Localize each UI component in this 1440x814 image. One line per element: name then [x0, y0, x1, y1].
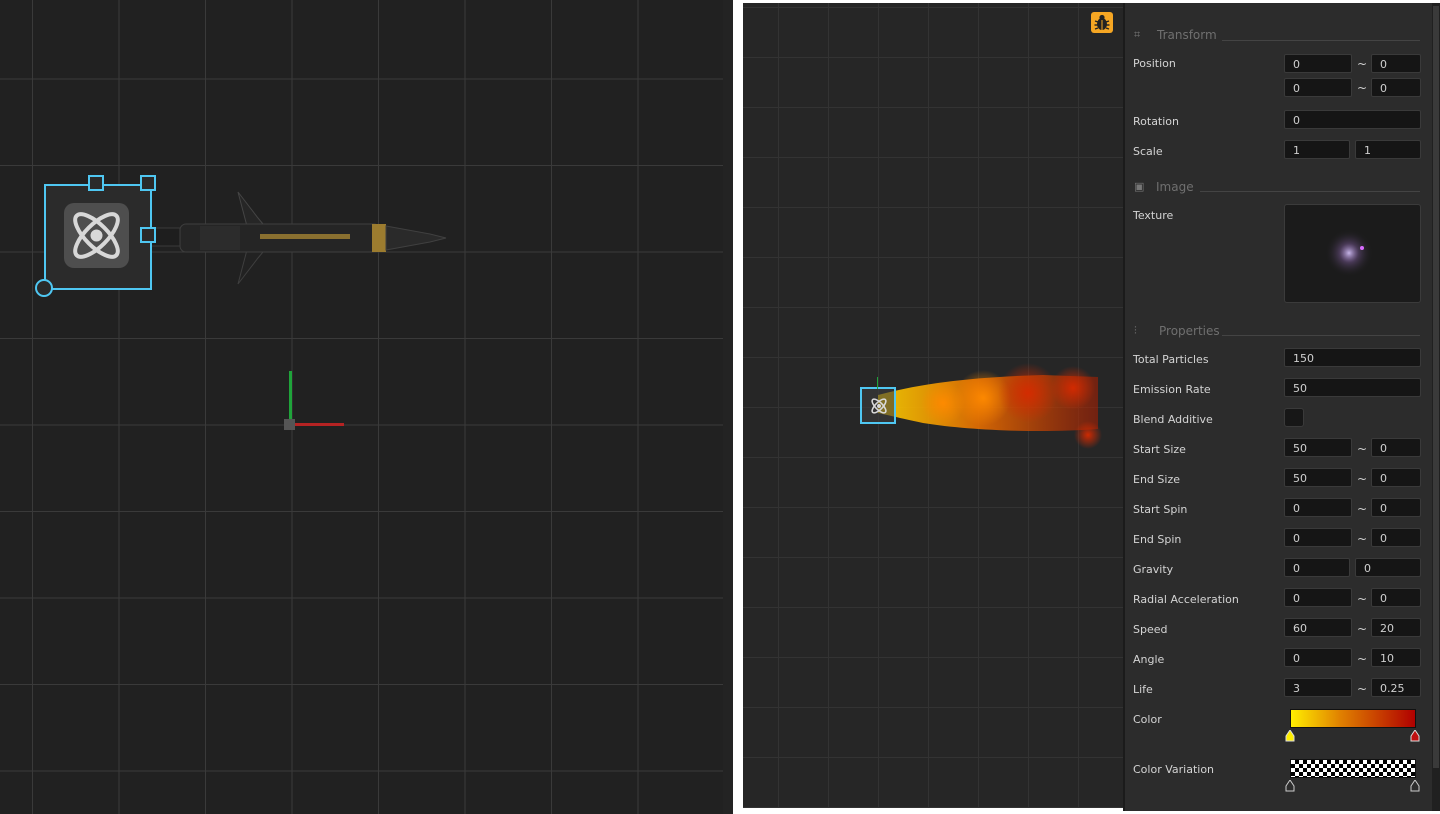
angle-min-field[interactable]: 0: [1284, 648, 1352, 667]
atom-icon: [73, 212, 120, 259]
label-texture: Texture: [1133, 209, 1174, 222]
label-total-particles: Total Particles: [1133, 353, 1209, 366]
viewport-edge: [723, 0, 733, 814]
atom-icon: [871, 398, 887, 414]
label-end-spin: End Spin: [1133, 533, 1182, 546]
range-tilde: ~: [1357, 472, 1368, 486]
scene-viewport-left[interactable]: [0, 0, 733, 814]
color-variation-bar[interactable]: [1290, 759, 1416, 778]
scene-viewport-right[interactable]: [743, 3, 1123, 808]
axis-y-handle-small[interactable]: [877, 377, 878, 389]
sliders-icon: ⫶: [1134, 324, 1137, 337]
scale-x-field[interactable]: 1: [1284, 140, 1350, 159]
end-spin-min-field[interactable]: 0: [1284, 528, 1352, 547]
start-size-max-field[interactable]: 0: [1371, 438, 1421, 457]
debug-button[interactable]: [1091, 12, 1113, 33]
bug-icon: [1094, 14, 1110, 30]
end-spin-max-field[interactable]: 0: [1371, 528, 1421, 547]
label-rotation: Rotation: [1133, 115, 1180, 128]
rotate-handle[interactable]: [35, 279, 53, 297]
label-color-variation: Color Variation: [1133, 763, 1215, 776]
label-gravity: Gravity: [1133, 563, 1174, 576]
range-tilde: ~: [1357, 622, 1368, 636]
life-max-field[interactable]: 0.25: [1371, 678, 1421, 697]
label-angle: Angle: [1133, 653, 1165, 666]
position-x-min-field[interactable]: 0: [1284, 54, 1352, 73]
axis-x-handle[interactable]: [292, 423, 344, 426]
label-speed: Speed: [1133, 623, 1168, 636]
label-life: Life: [1133, 683, 1153, 696]
label-start-size: Start Size: [1133, 443, 1186, 456]
blend-additive-checkbox[interactable]: [1284, 408, 1304, 427]
range-tilde: ~: [1357, 532, 1368, 546]
axis-y-handle[interactable]: [289, 371, 292, 423]
section-divider: [1200, 191, 1420, 192]
start-size-min-field[interactable]: 50: [1284, 438, 1352, 457]
transform-icon: ⌗: [1134, 28, 1141, 41]
section-title-properties: Properties: [1159, 324, 1220, 338]
resize-handle-right[interactable]: [140, 227, 156, 243]
gradient-stop-end[interactable]: [1410, 730, 1420, 742]
range-tilde: ~: [1357, 442, 1368, 456]
section-title-image: Image: [1156, 180, 1194, 194]
speed-max-field[interactable]: 20: [1371, 618, 1421, 637]
scale-y-field[interactable]: 1: [1355, 140, 1421, 159]
label-position: Position: [1133, 57, 1176, 70]
label-end-size: End Size: [1133, 473, 1180, 486]
radial-acceleration-min-field[interactable]: 0: [1284, 588, 1352, 607]
variation-stop-end[interactable]: [1410, 780, 1420, 792]
resize-handle-top[interactable]: [88, 175, 104, 191]
missile-sprite[interactable]: [140, 188, 460, 288]
range-tilde: ~: [1357, 592, 1368, 606]
radial-acceleration-max-field[interactable]: 0: [1371, 588, 1421, 607]
end-size-min-field[interactable]: 50: [1284, 468, 1352, 487]
texture-picker[interactable]: [1284, 204, 1421, 303]
position-x-max-field[interactable]: 0: [1371, 54, 1421, 73]
image-icon: ▣: [1134, 180, 1145, 193]
range-tilde: ~: [1357, 652, 1368, 666]
start-spin-min-field[interactable]: 0: [1284, 498, 1352, 517]
emission-rate-field[interactable]: 50: [1284, 378, 1421, 397]
start-spin-max-field[interactable]: 0: [1371, 498, 1421, 517]
label-emission-rate: Emission Rate: [1133, 383, 1211, 396]
fire-particles: [878, 363, 1102, 449]
section-divider: [1222, 40, 1420, 41]
label-radial-acceleration: Radial Acceleration: [1133, 593, 1239, 606]
range-tilde: ~: [1357, 682, 1368, 696]
gradient-stop-start[interactable]: [1285, 730, 1295, 742]
inspector-scrollbar-thumb[interactable]: [1433, 6, 1439, 768]
resize-handle-top-right[interactable]: [140, 175, 156, 191]
texture-preview: [1325, 229, 1373, 277]
position-y-min-field[interactable]: 0: [1284, 78, 1352, 97]
axis-origin[interactable]: [284, 419, 295, 430]
gravity-x-field[interactable]: 0: [1284, 558, 1350, 577]
total-particles-field[interactable]: 150: [1284, 348, 1421, 367]
label-scale: Scale: [1133, 145, 1163, 158]
section-title-transform: Transform: [1157, 28, 1217, 42]
position-y-max-field[interactable]: 0: [1371, 78, 1421, 97]
variation-stop-start[interactable]: [1285, 780, 1295, 792]
color-gradient-bar[interactable]: [1290, 709, 1416, 728]
label-start-spin: Start Spin: [1133, 503, 1188, 516]
rotation-field[interactable]: 0: [1284, 110, 1421, 129]
gravity-y-field[interactable]: 0: [1355, 558, 1421, 577]
range-tilde: ~: [1357, 502, 1368, 516]
range-tilde: ~: [1357, 81, 1368, 95]
range-tilde: ~: [1357, 57, 1368, 71]
label-blend-additive: Blend Additive: [1133, 413, 1213, 426]
section-divider: [1222, 335, 1420, 336]
label-color: Color: [1133, 713, 1162, 726]
end-size-max-field[interactable]: 0: [1371, 468, 1421, 487]
life-min-field[interactable]: 3: [1284, 678, 1352, 697]
angle-max-field[interactable]: 10: [1371, 648, 1421, 667]
speed-min-field[interactable]: 60: [1284, 618, 1352, 637]
